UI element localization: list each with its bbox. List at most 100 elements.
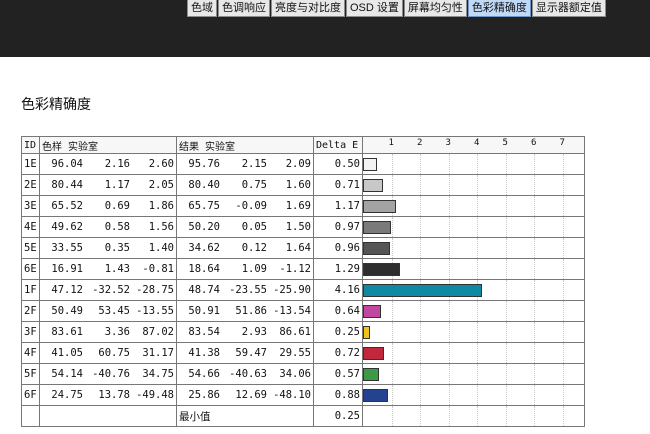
row-id: 3E <box>21 195 40 217</box>
delta-bar <box>363 305 382 318</box>
lab-value: 87.02 <box>142 326 174 338</box>
lab-value: 13.78 <box>98 389 130 401</box>
lab-value: 31.17 <box>142 347 174 359</box>
lab-value: 41.38 <box>188 347 220 359</box>
delta-e-value: 0.71 <box>313 174 363 196</box>
table-row: 2E 80.44 1.17 2.05 80.40 0.75 1.60 0.71 <box>21 174 585 196</box>
lab-value: -25.90 <box>273 284 311 296</box>
lab-value: 53.45 <box>98 305 130 317</box>
row-id: 5F <box>21 363 40 385</box>
lab-value: 34.62 <box>188 242 220 254</box>
lab-value: 2.15 <box>241 158 267 170</box>
delta-e-value: 0.25 <box>313 321 363 343</box>
lab-value: 33.55 <box>51 242 83 254</box>
delta-bar-cell <box>362 216 585 238</box>
delta-bar <box>363 326 371 339</box>
header-sample: 色样 实验室 <box>39 136 177 154</box>
lab-value: 0.58 <box>104 221 130 233</box>
delta-e-value: 1.29 <box>313 258 363 280</box>
lab-value: 1.56 <box>148 221 174 233</box>
row-id: 2F <box>21 300 40 322</box>
lab-value: 59.47 <box>235 347 267 359</box>
table-row: 6E 16.91 1.43 -0.81 18.64 1.09 -1.12 1.29 <box>21 258 585 280</box>
scale-tick: 3 <box>445 138 451 148</box>
lab-value: 24.75 <box>51 389 83 401</box>
lab-value: 2.16 <box>104 158 130 170</box>
lab-value: 2.93 <box>241 326 267 338</box>
row-id: 4F <box>21 342 40 364</box>
lab-value: 0.75 <box>241 179 267 191</box>
delta-e-value: 0.72 <box>313 342 363 364</box>
row-id: 1F <box>21 279 40 301</box>
top-toolbar: 色域 色调响应 亮度与对比度 OSD 设置 屏幕均匀性 色彩精确度 显示器额定值 <box>0 0 650 57</box>
table-row: 6F 24.75 13.78 -49.48 25.86 12.69 -48.10 0.88 <box>21 384 585 406</box>
delta-bar <box>363 158 378 171</box>
scale-tick: 5 <box>502 138 508 148</box>
header-scale: 1 2 3 4 5 6 7 <box>362 136 585 154</box>
color-accuracy-table: ID 色样 实验室 结果 实验室 Delta E 1 2 3 4 5 6 7 1E 96.04… <box>21 136 585 427</box>
lab-value: 54.66 <box>188 368 220 380</box>
lab-value: 54.14 <box>51 368 83 380</box>
lab-value: 1.64 <box>285 242 311 254</box>
table-row: 1E 96.04 2.16 2.60 95.76 2.15 2.09 0.50 <box>21 153 585 175</box>
lab-value: 83.61 <box>51 326 83 338</box>
scale-tick: 1 <box>388 138 394 148</box>
delta-e-value: 0.64 <box>313 300 363 322</box>
tab-4[interactable]: 屏幕均匀性 <box>403 0 467 17</box>
delta-bar <box>363 242 391 255</box>
lab-value: 80.44 <box>51 179 83 191</box>
delta-e-value: 4.16 <box>313 279 363 301</box>
table-row: 2F 50.49 53.45 -13.55 50.91 51.86 -13.54 0.64 <box>21 300 585 322</box>
delta-bar <box>363 347 384 360</box>
tab-2[interactable]: 亮度与对比度 <box>271 0 345 17</box>
delta-bar-cell <box>362 384 585 406</box>
delta-bar-cell <box>362 363 585 385</box>
lab-value: 2.09 <box>285 158 311 170</box>
row-id: 4E <box>21 216 40 238</box>
table-row: 3F 83.61 3.36 87.02 83.54 2.93 86.61 0.25 <box>21 321 585 343</box>
lab-value: 29.55 <box>279 347 311 359</box>
lab-value: 80.40 <box>188 179 220 191</box>
lab-value: -49.48 <box>136 389 174 401</box>
lab-value: 60.75 <box>98 347 130 359</box>
lab-value: -0.09 <box>235 200 267 212</box>
lab-value: 16.91 <box>51 263 83 275</box>
lab-value: 96.04 <box>51 158 83 170</box>
page-title: 色彩精确度 <box>21 96 91 112</box>
header-delta: Delta E <box>313 136 363 154</box>
lab-value: 18.64 <box>188 263 220 275</box>
lab-value: 47.12 <box>51 284 83 296</box>
tab-0[interactable]: 色域 <box>187 0 217 17</box>
table-header-row: ID 色样 实验室 结果 实验室 Delta E 1 2 3 4 5 6 7 <box>21 136 585 154</box>
scale-tick: 2 <box>417 138 423 148</box>
lab-value: 0.69 <box>104 200 130 212</box>
lab-value: 49.62 <box>51 221 83 233</box>
delta-bar-cell <box>362 342 585 364</box>
row-id: 5E <box>21 237 40 259</box>
tab-6[interactable]: 显示器额定值 <box>531 0 606 17</box>
lab-value: 50.20 <box>188 221 220 233</box>
delta-bar-cell <box>362 195 585 217</box>
lab-value: 48.74 <box>188 284 220 296</box>
lab-value: 1.86 <box>148 200 174 212</box>
table-row: 4F 41.05 60.75 31.17 41.38 59.47 29.55 0.72 <box>21 342 585 364</box>
table-row: 4E 49.62 0.58 1.56 50.20 0.05 1.50 0.97 <box>21 216 585 238</box>
lab-value: 1.09 <box>241 263 267 275</box>
tab-3[interactable]: OSD 设置 <box>346 0 403 17</box>
scale-tick: 7 <box>559 138 565 148</box>
summary-row: 最小值 0.25 <box>21 405 585 427</box>
lab-value: 83.54 <box>188 326 220 338</box>
lab-value: 0.35 <box>104 242 130 254</box>
delta-e-value: 0.50 <box>313 153 363 175</box>
tab-5[interactable]: 色彩精确度 <box>467 0 531 17</box>
delta-bar-cell <box>362 237 585 259</box>
lab-value: 0.12 <box>241 242 267 254</box>
tab-1[interactable]: 色调响应 <box>218 0 270 17</box>
scale-tick: 4 <box>474 138 480 148</box>
delta-bar <box>363 263 400 276</box>
delta-e-value: 1.17 <box>313 195 363 217</box>
summary-label: 最小值 <box>176 405 314 427</box>
lab-value: -48.10 <box>273 389 311 401</box>
lab-value: 2.05 <box>148 179 174 191</box>
delta-scale: 1 2 3 4 5 6 7 <box>364 138 584 153</box>
